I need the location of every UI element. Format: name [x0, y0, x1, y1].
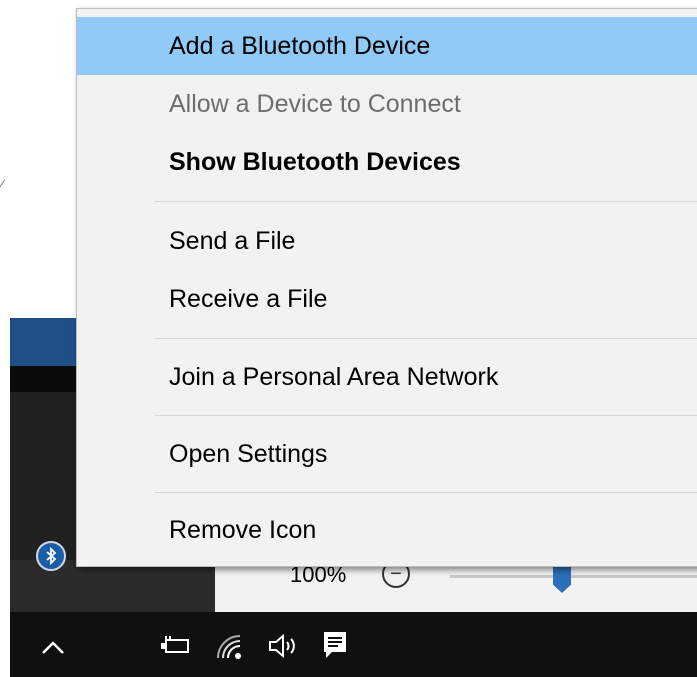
zoom-slider-track[interactable]	[450, 575, 697, 578]
menu-item-label: Join a Personal Area Network	[169, 362, 499, 391]
menu-item-join-personal-area-network[interactable]: Join a Personal Area Network	[77, 348, 697, 406]
menu-separator	[155, 338, 697, 339]
quick-settings-panel	[215, 560, 697, 612]
power-icon[interactable]	[160, 634, 192, 662]
menu-item-receive-file[interactable]: Receive a File	[77, 270, 697, 328]
menu-item-remove-icon[interactable]: Remove Icon	[77, 501, 697, 559]
menu-item-label: Receive a File	[169, 284, 328, 313]
menu-separator	[155, 492, 697, 493]
menu-item-allow-device-to-connect: Allow a Device to Connect	[77, 75, 697, 133]
menu-item-open-settings[interactable]: Open Settings	[77, 425, 697, 483]
bluetooth-glyph-icon	[46, 547, 57, 565]
taskbar	[10, 612, 697, 677]
volume-icon[interactable]	[266, 632, 300, 664]
menu-item-label: Show Bluetooth Devices	[169, 147, 461, 176]
menu-item-label: Add a Bluetooth Device	[169, 31, 431, 60]
menu-separator	[155, 201, 697, 202]
menu-item-send-file[interactable]: Send a File	[77, 212, 697, 270]
bluetooth-context-menu: Add a Bluetooth Device Allow a Device to…	[76, 8, 697, 567]
chevron-up-icon[interactable]	[40, 634, 66, 660]
menu-item-label: Open Settings	[169, 439, 328, 468]
menu-item-add-bluetooth-device[interactable]: Add a Bluetooth Device	[77, 17, 697, 75]
menu-separator	[155, 415, 697, 416]
minus-icon: −	[390, 563, 402, 585]
menu-item-show-bluetooth-devices[interactable]: Show Bluetooth Devices	[77, 133, 697, 191]
bluetooth-icon[interactable]	[36, 541, 66, 571]
menu-item-label: Remove Icon	[169, 515, 317, 544]
wifi-icon[interactable]	[214, 632, 244, 664]
decorative-mark: /	[0, 175, 7, 193]
menu-item-label: Allow a Device to Connect	[169, 89, 461, 118]
action-center-icon[interactable]	[322, 630, 348, 664]
menu-item-label: Send a File	[169, 226, 296, 255]
